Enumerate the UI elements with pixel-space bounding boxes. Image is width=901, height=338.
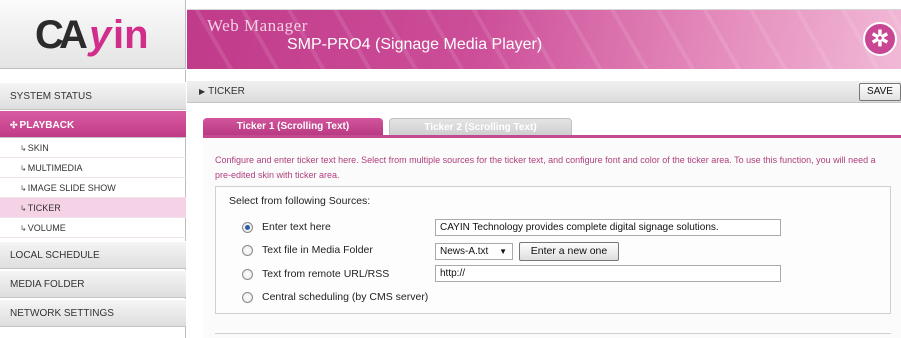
sidebar-subitem-label: MULTIMEDIA — [27, 163, 83, 173]
sidebar-item-label: MEDIA FOLDER — [10, 279, 85, 290]
option-label-enter-text: Enter text here — [262, 221, 331, 233]
breadcrumb-label: TICKER — [208, 86, 245, 97]
sub-arrow-icon: ↳ — [20, 144, 27, 153]
text-file-select[interactable]: News-A.txt ▼ — [435, 243, 513, 260]
expand-arrow-icon: ✣ — [10, 120, 18, 130]
breadcrumb-bar: ▶ TICKER SAVE — [187, 81, 901, 103]
sidebar-subitem-skin[interactable]: ↳SKIN — [0, 138, 186, 158]
sidebar-item-media-folder[interactable]: MEDIA FOLDER — [0, 270, 186, 298]
ticker-text-input[interactable]: CAYIN Technology provides complete digit… — [435, 219, 781, 236]
sub-arrow-icon: ↳ — [20, 184, 27, 193]
logo-letter-a: A — [59, 13, 88, 57]
sidebar-item-label: LOCAL SCHEDULE — [10, 250, 100, 261]
text-file-select-value: News-A.txt — [440, 246, 489, 257]
logo-letters-in: in — [113, 13, 149, 57]
sidebar-subitem-label: IMAGE SLIDE SHOW — [27, 183, 116, 193]
radio-remote-url[interactable] — [242, 269, 253, 280]
sidebar-item-system-status[interactable]: SYSTEM STATUS — [0, 82, 186, 110]
option-label-central-scheduling: Central scheduling (by CMS server) — [262, 291, 429, 303]
sidebar-subitem-label: TICKER — [27, 203, 61, 213]
logo-area: C A y in — [0, 0, 186, 69]
radio-enter-text[interactable] — [242, 222, 253, 233]
sidebar-subitem-multimedia[interactable]: ↳MULTIMEDIA — [0, 158, 186, 178]
chevron-down-icon: ▼ — [499, 247, 507, 256]
app-title: Web Manager — [207, 16, 308, 35]
sidebar-item-label: SYSTEM STATUS — [10, 91, 92, 102]
sidebar-item-network-settings[interactable]: NETWORK SETTINGS — [0, 299, 186, 327]
settings-orb-icon: ✲ — [863, 22, 897, 56]
logo-letter-y: y — [89, 13, 112, 57]
sidebar-subitem-ticker[interactable]: ↳TICKER — [0, 198, 186, 218]
triangle-right-icon: ▶ — [199, 87, 206, 96]
enter-new-file-button[interactable]: Enter a new one — [519, 242, 619, 261]
radio-text-file[interactable] — [242, 245, 253, 256]
tab-ticker-2[interactable]: Ticker 2 (Scrolling Text) — [389, 118, 572, 136]
sidebar-subitem-label: VOLUME — [27, 223, 66, 233]
next-section-box — [215, 333, 891, 338]
top-strip — [187, 0, 901, 10]
sidebar-subitem-volume[interactable]: ↳VOLUME — [0, 218, 186, 238]
sidebar-subitem-image-slide-show[interactable]: ↳IMAGE SLIDE SHOW — [0, 178, 186, 198]
sidebar-item-local-schedule[interactable]: LOCAL SCHEDULE — [0, 241, 186, 269]
ticker-description: Configure and enter ticker text here. Se… — [215, 155, 876, 180]
sidebar: SYSTEM STATUS ✣ PLAYBACK ↳SKIN ↳MULTIMEDI… — [0, 70, 186, 338]
sidebar-item-label: NETWORK SETTINGS — [10, 308, 114, 319]
header-banner: Web Manager SMP-PRO4 (Signage Media Play… — [187, 10, 901, 69]
sidebar-subitem-label: SKIN — [27, 143, 49, 153]
option-label-text-file: Text file in Media Folder — [262, 244, 373, 256]
device-name: SMP-PRO4 (Signage Media Player) — [287, 36, 543, 53]
tab-ticker-1[interactable]: Ticker 1 (Scrolling Text) — [203, 118, 383, 136]
sidebar-item-playback[interactable]: ✣ PLAYBACK — [0, 110, 186, 138]
save-button[interactable]: SAVE — [859, 83, 901, 101]
sub-arrow-icon: ↳ — [20, 224, 27, 233]
breadcrumb: ▶ TICKER — [199, 86, 245, 97]
url-input[interactable]: http:// — [435, 265, 781, 282]
sources-title: Select from following Sources: — [229, 195, 371, 207]
sidebar-item-label: PLAYBACK — [19, 120, 75, 131]
sub-arrow-icon: ↳ — [20, 204, 27, 213]
sub-arrow-icon: ↳ — [20, 164, 27, 173]
radio-central-scheduling[interactable] — [242, 292, 253, 303]
cayin-logo: C A y in — [35, 15, 155, 55]
option-label-remote-url: Text from remote URL/RSS — [262, 268, 390, 280]
